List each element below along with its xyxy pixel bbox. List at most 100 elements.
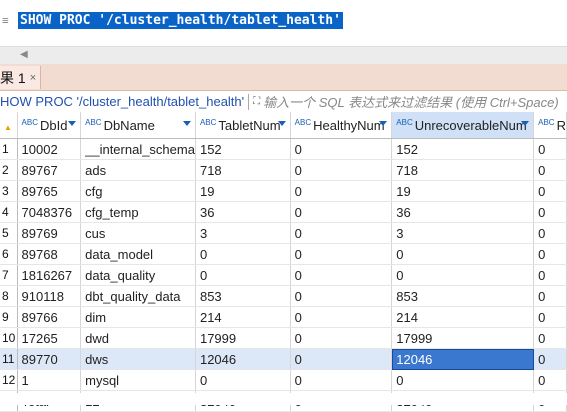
table-cell[interactable]: 214	[195, 306, 291, 328]
sort-arrow-icon[interactable]	[68, 121, 77, 126]
column-header-r[interactable]: ABC R	[533, 112, 567, 139]
row-number[interactable]: 3	[0, 180, 18, 202]
table-cell[interactable]: __internal_schema	[80, 138, 196, 160]
table-cell[interactable]: 19	[391, 180, 535, 202]
table-cell[interactable]: 89768	[17, 243, 82, 265]
table-row[interactable]: 5 89769 cus 3 0 3 0	[0, 222, 567, 244]
table-cell[interactable]: 89767	[17, 159, 82, 181]
table-cell[interactable]: mysql	[80, 369, 196, 391]
table-cell[interactable]: 0	[290, 369, 393, 391]
table-cell[interactable]: 152	[391, 138, 535, 160]
sort-arrow-icon[interactable]	[379, 121, 388, 126]
table-row[interactable]: 6 89768 data_model 0 0 0 0	[0, 243, 567, 265]
table-cell[interactable]: 17265	[17, 327, 82, 349]
table-cell[interactable]: 0	[195, 243, 291, 265]
row-number[interactable]: 1	[0, 138, 18, 160]
table-cell[interactable]: 89770	[17, 348, 82, 370]
table-cell[interactable]: 718	[195, 159, 291, 181]
table-cell[interactable]: 36	[391, 201, 535, 223]
table-cell[interactable]: 0	[391, 243, 535, 265]
table-cell[interactable]: 89769	[17, 222, 82, 244]
table-cell[interactable]: 0	[533, 285, 567, 307]
column-header-dbid[interactable]: ABC DbId	[17, 112, 82, 139]
table-cell[interactable]: 0	[533, 243, 567, 265]
row-number[interactable]: 6	[0, 243, 18, 265]
table-cell[interactable]: 0	[533, 201, 567, 223]
table-cell[interactable]: 0	[533, 369, 567, 391]
table-cell[interactable]: 0	[290, 264, 393, 286]
sql-editor[interactable]: ≡ SHOW PROC '/cluster_health/tablet_heal…	[0, 0, 567, 46]
table-row[interactable]: 4 7048376 cfg_temp 36 0 36 0	[0, 201, 567, 223]
table-cell[interactable]: cfg	[80, 180, 196, 202]
scroll-left-icon[interactable]: ◀	[20, 49, 28, 60]
column-header-tabletnum[interactable]: ABC TabletNum	[195, 112, 291, 139]
filter-expand-icon[interactable]: ⛶	[253, 96, 260, 107]
table-cell[interactable]: dim	[80, 306, 196, 328]
table-cell[interactable]: 10002	[17, 138, 82, 160]
column-header-dbname[interactable]: ABC DbName	[80, 112, 196, 139]
sort-arrow-icon[interactable]	[277, 121, 286, 126]
table-cell[interactable]: 0	[391, 264, 535, 286]
table-row[interactable]: 11 89770 dws 12046 0 12046 0	[0, 348, 567, 370]
table-cell[interactable]: 152	[195, 138, 291, 160]
table-row[interactable]: 9 89766 dim 214 0 214 0	[0, 306, 567, 328]
table-cell[interactable]: 89765	[17, 180, 82, 202]
table-cell[interactable]: 214	[391, 306, 535, 328]
row-number[interactable]: 7	[0, 264, 18, 286]
table-cell[interactable]: 0	[290, 222, 393, 244]
table-cell[interactable]: dwd	[80, 327, 196, 349]
table-cell[interactable]: 3	[195, 222, 291, 244]
row-number[interactable]: 12	[0, 369, 18, 391]
table-cell[interactable]: data_quality	[80, 264, 196, 286]
table-cell[interactable]: 0	[533, 159, 567, 181]
table-cell[interactable]: 718	[391, 159, 535, 181]
table-cell[interactable]: dws	[80, 348, 196, 370]
table-row[interactable]: 12 1 mysql 0 0 0 0	[0, 369, 567, 391]
table-cell[interactable]: 0	[290, 285, 393, 307]
table-row[interactable]: 1 10002 __internal_schema 152 0 152 0	[0, 138, 567, 160]
table-cell[interactable]: 0	[533, 348, 567, 370]
table-cell[interactable]: 19	[195, 180, 291, 202]
column-header-unrecoverablenum[interactable]: ABC UnrecoverableNum	[391, 112, 535, 139]
table-row[interactable]: 2 89767 ads 718 0 718 0	[0, 159, 567, 181]
row-number-header[interactable]: ▲	[0, 112, 18, 139]
table-cell[interactable]: 1816267	[17, 264, 82, 286]
table-cell[interactable]: data_model	[80, 243, 196, 265]
row-number[interactable]: 8	[0, 285, 18, 307]
table-row[interactable]: 8 910118 dbt_quality_data 853 0 853 0	[0, 285, 567, 307]
table-cell[interactable]: dbt_quality_data	[80, 285, 196, 307]
table-cell[interactable]: cfg_temp	[80, 201, 196, 223]
table-cell[interactable]: 36	[195, 201, 291, 223]
table-cell[interactable]: 0	[290, 348, 393, 370]
sort-arrow-icon[interactable]	[182, 121, 191, 126]
row-number[interactable]: 10	[0, 327, 18, 349]
table-cell[interactable]: 0	[290, 138, 393, 160]
table-cell[interactable]: 0	[533, 327, 567, 349]
table-cell[interactable]: 0	[391, 369, 535, 391]
sort-arrow-icon[interactable]	[521, 121, 530, 126]
table-cell[interactable]: 0	[195, 264, 291, 286]
row-number[interactable]: 2	[0, 159, 18, 181]
table-row[interactable]: 10 17265 dwd 17999 0 17999 0	[0, 327, 567, 349]
table-cell[interactable]: 0	[290, 243, 393, 265]
table-cell[interactable]: 853	[391, 285, 535, 307]
table-cell[interactable]: 0	[533, 180, 567, 202]
row-number[interactable]: 11	[0, 348, 18, 370]
table-cell[interactable]: 0	[533, 222, 567, 244]
table-cell[interactable]: 0	[290, 306, 393, 328]
table-cell[interactable]: 17999	[195, 327, 291, 349]
column-header-healthynum[interactable]: ABC HealthyNum	[290, 112, 393, 139]
table-cell[interactable]: 0	[290, 327, 393, 349]
editor-horizontal-scrollbar[interactable]: ◀	[0, 46, 567, 65]
table-cell[interactable]: ads	[80, 159, 196, 181]
table-cell[interactable]: 12046	[195, 348, 291, 370]
row-number[interactable]: 9	[0, 306, 18, 328]
table-cell[interactable]: 7048376	[17, 201, 82, 223]
table-cell[interactable]: 1	[17, 369, 82, 391]
table-cell[interactable]: 89766	[17, 306, 82, 328]
sql-statement[interactable]: SHOW PROC '/cluster_health/tablet_health…	[18, 12, 343, 29]
table-cell[interactable]: 3	[391, 222, 535, 244]
table-cell[interactable]: 910118	[17, 285, 82, 307]
table-cell[interactable]: 853	[195, 285, 291, 307]
table-cell[interactable]: 0	[533, 264, 567, 286]
